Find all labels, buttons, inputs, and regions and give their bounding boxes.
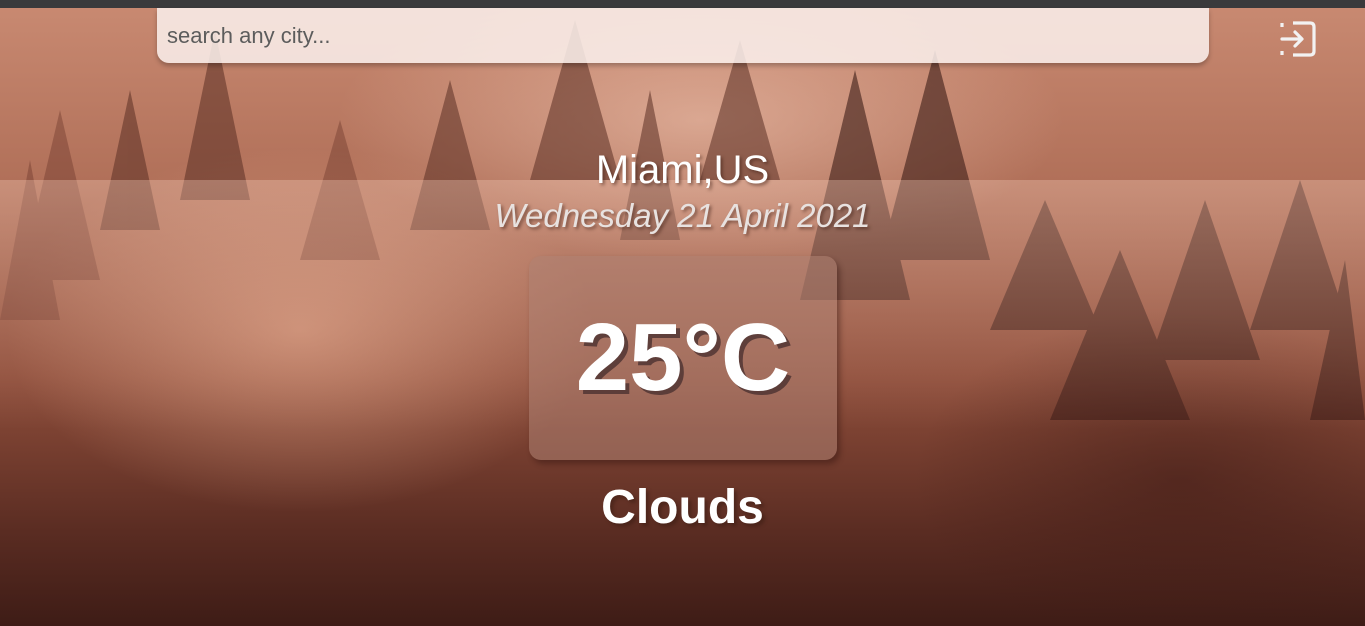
weather-condition: Clouds (601, 481, 764, 534)
weather-app: Miami,US Wednesday 21 April 2021 25°C Cl… (0, 0, 1365, 626)
date-label: Wednesday 21 April 2021 (494, 197, 871, 234)
search-input[interactable] (157, 8, 1197, 63)
logout-button[interactable] (1279, 20, 1317, 58)
temperature-card: 25°C (529, 256, 837, 460)
location-label: Miami,US (595, 148, 770, 192)
temperature-value: 25°C (575, 304, 791, 411)
exit-arrow-icon (1280, 21, 1316, 57)
search-bar (157, 8, 1209, 63)
